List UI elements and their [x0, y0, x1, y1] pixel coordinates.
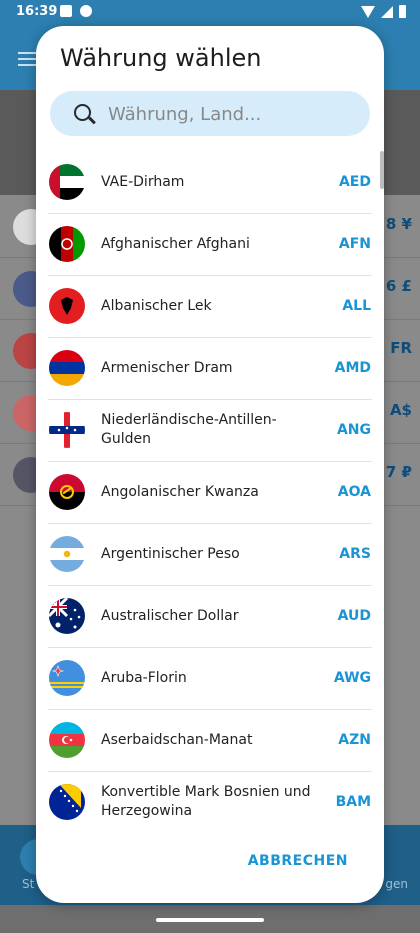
azerbaijan-flag-icon [49, 722, 85, 758]
currency-item-awg[interactable]: Aruba-Florin AWG [48, 647, 372, 710]
notification-icon [60, 5, 72, 17]
currency-name: Konvertible Mark Bosnien und Herzegowina [101, 784, 311, 819]
currency-code: ARS [339, 546, 371, 562]
currency-item-all[interactable]: Albanischer Lek ALL [48, 275, 372, 338]
background-value: 8 ¥ [385, 215, 412, 233]
battery-icon [399, 5, 406, 18]
currency-item-amd[interactable]: Armenischer Dram AMD [48, 337, 372, 400]
currency-picker-dialog: Währung wählen VAE-Dirham AED Afghanisch… [36, 26, 384, 903]
currency-code: AZN [338, 732, 371, 748]
argentina-flag-icon [49, 536, 85, 572]
currency-name: Angolanischer Kwanza [101, 483, 259, 500]
currency-name: VAE-Dirham [101, 173, 185, 190]
currency-item-aoa[interactable]: Angolanischer Kwanza AOA [48, 461, 372, 524]
search-bar[interactable] [50, 91, 370, 138]
nav-label-right: gen [385, 877, 408, 891]
currency-item-bam[interactable]: Konvertible Mark Bosnien und Herzegowina… [48, 771, 372, 831]
currency-code: AOA [337, 484, 371, 500]
search-icon [74, 104, 91, 121]
currency-code: ANG [336, 422, 371, 438]
currency-item-aud[interactable]: Australischer Dollar AUD [48, 585, 372, 648]
shield-icon [80, 5, 92, 17]
currency-item-afn[interactable]: Afghanischer Afghani AFN [48, 213, 372, 276]
home-indicator[interactable] [156, 918, 264, 922]
background-value: 7 ₽ [385, 463, 412, 481]
nav-label-left: St [22, 877, 35, 891]
currency-name: Albanischer Lek [101, 297, 212, 314]
currency-item-ars[interactable]: Argentinischer Peso ARS [48, 523, 372, 586]
australia-flag-icon [49, 598, 85, 634]
currency-name: Aserbaidschan-Manat [101, 731, 253, 748]
bosnia-flag-icon [49, 784, 85, 820]
dialog-title: Währung wählen [60, 44, 262, 72]
background-value: A$ [389, 401, 412, 419]
currency-name: Aruba-Florin [101, 669, 187, 686]
currency-name: Argentinischer Peso [101, 545, 240, 562]
currency-name: Niederländische-Antillen-Gulden [101, 412, 277, 447]
currency-item-azn[interactable]: Aserbaidschan-Manat AZN [48, 709, 372, 772]
currency-code: AFN [338, 236, 371, 252]
armenia-flag-icon [49, 350, 85, 386]
cancel-button[interactable]: ABBRECHEN [248, 853, 348, 869]
background-value: FR [390, 339, 412, 357]
status-time: 16:39 [16, 4, 58, 19]
currency-name: Afghanischer Afghani [101, 235, 250, 252]
afghanistan-flag-icon [49, 226, 85, 262]
uae-flag-icon [49, 164, 85, 200]
angola-flag-icon [49, 474, 85, 510]
currency-name: Australischer Dollar [101, 607, 239, 624]
currency-code: BAM [335, 794, 371, 810]
status-bar: 16:39 [0, 0, 420, 24]
netherlands-antilles-flag-icon [49, 412, 85, 448]
currency-name: Armenischer Dram [101, 359, 233, 376]
currency-code: ALL [342, 298, 371, 314]
scrollbar[interactable] [380, 151, 384, 189]
currency-list: VAE-Dirham AED Afghanischer Afghani AFN … [36, 151, 384, 831]
menu-icon[interactable] [18, 48, 36, 70]
currency-code: AWG [333, 670, 371, 686]
currency-item-aed[interactable]: VAE-Dirham AED [48, 151, 372, 214]
currency-code: AED [338, 174, 371, 190]
aruba-flag-icon [49, 660, 85, 696]
background-value: 6 £ [385, 277, 412, 295]
search-input[interactable] [106, 91, 360, 138]
currency-code: AUD [337, 608, 371, 624]
albania-flag-icon [49, 288, 85, 324]
signal-icon [381, 5, 393, 18]
wifi-icon [361, 5, 375, 18]
currency-item-ang[interactable]: Niederländische-Antillen-Gulden ANG [48, 399, 372, 462]
currency-code: AMD [334, 360, 371, 376]
